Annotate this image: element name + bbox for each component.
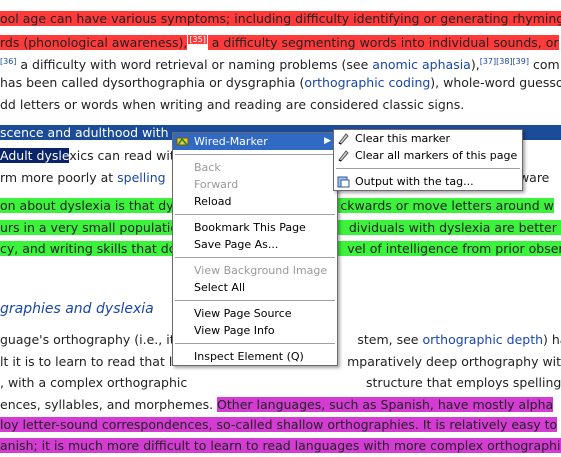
menu-item-wired-marker[interactable]: Wired-Marker ▶ — [173, 133, 337, 150]
menu-item-label: Clear all markers of this page — [355, 149, 518, 162]
text-line: loy letter-sound correspondences, so-cal… — [0, 415, 561, 436]
context-menu: Wired-Marker ▶ Back Forward Reload Bookmark T… — [172, 132, 338, 366]
text-segment: ) has a — [543, 332, 561, 347]
text-segment: ), — [470, 57, 480, 73]
article-link[interactable]: anomic aphasia — [372, 57, 471, 72]
submenu-item-clear-all-markers-of-this-page[interactable]: Clear all markers of this page — [334, 147, 522, 164]
text-segment: urs in a very small populatio — [0, 220, 179, 235]
submenu-arrow-icon: ▶ — [324, 136, 331, 146]
text-line: ences, syllables, and morphemes. Other l… — [0, 395, 561, 416]
menu-item-view-background-image: View Background Image — [173, 262, 337, 279]
menu-item-view-page-info[interactable]: View Page Info — [173, 322, 337, 339]
text-line: has been called dysorthographia or dysgr… — [0, 73, 561, 94]
menu-item-label: Reload — [194, 195, 232, 208]
menu-separator — [175, 343, 335, 344]
menu-item-back: Back — [173, 159, 337, 176]
text-segment: has been called dysorthographia or dysgr… — [0, 75, 305, 90]
menu-item-label: View Page Source — [194, 307, 292, 320]
text-segment: lt it is to learn to read that l — [0, 354, 173, 369]
menu-item-view-page-source[interactable]: View Page Source — [173, 305, 337, 322]
submenu-item-output-with-the-tag[interactable]: Output with the tag... — [334, 173, 522, 190]
article-link[interactable]: orthographic coding — [304, 75, 430, 90]
menu-item-label: Back — [194, 161, 221, 174]
menu-item-save-page-as[interactable]: Save Page As... — [173, 236, 337, 253]
submenu-item-clear-this-marker[interactable]: Clear this marker — [334, 130, 522, 147]
text-segment: com — [528, 57, 560, 73]
menu-item-label: Save Page As... — [194, 238, 279, 251]
text-line: , with a complex orthographic structure … — [0, 373, 561, 394]
menu-item-select-all[interactable]: Select All — [173, 279, 337, 296]
menu-item-label: View Background Image — [194, 264, 328, 277]
menu-item-label: View Page Info — [194, 324, 275, 337]
menu-item-label: Inspect Element (Q) — [194, 350, 304, 363]
text-segment: a difficulty with word retrieval or nami… — [16, 57, 373, 73]
text-line: dd letters or words when writing and rea… — [0, 95, 561, 116]
text-segment: rm more poorly at — [0, 170, 118, 185]
text-line: rds (phonological awareness), [35] a diff… — [0, 30, 561, 51]
menu-item-label: Output with the tag... — [355, 175, 474, 188]
wired-marker-icon — [176, 137, 189, 146]
menu-item-label: Forward — [194, 178, 239, 191]
text-segment: [36] — [0, 57, 17, 66]
menu-item-reload[interactable]: Reload — [173, 193, 337, 210]
marker-clear-icon — [338, 133, 349, 145]
text-segment: Other languages, such as Spanish, have m… — [217, 397, 554, 412]
text-segment: loy letter-sound correspondences, so-cal… — [0, 417, 558, 432]
section-heading: graphies and dyslexia — [0, 301, 154, 317]
text-segment: rds (phonological awareness), — [0, 35, 188, 51]
text-segment: , with a complex orthographic — [0, 375, 188, 390]
text-segment: xics can read wit — [69, 148, 175, 163]
menu-separator — [175, 257, 335, 258]
article-link[interactable]: spelling — [117, 170, 165, 185]
text-line: ool age can have various symptoms; inclu… — [0, 9, 561, 30]
text-segment: cy, and writing skills that do — [0, 241, 177, 256]
marker-clear-all-icon — [338, 150, 349, 162]
text-segment: Adult dysle — [0, 148, 70, 163]
menu-item-label: Clear this marker — [355, 132, 451, 145]
text-segment: ences, syllables, and morphemes. — [0, 397, 218, 412]
text-segment: [37][38][39] — [479, 57, 529, 66]
text-segment: dd letters or words when writing and rea… — [0, 97, 465, 112]
menu-separator — [175, 214, 335, 215]
text-line: [36] a difficulty with word retrieval or… — [0, 52, 561, 73]
menu-separator — [336, 168, 520, 169]
menu-item-label: Bookmark This Page — [194, 221, 306, 234]
text-segment: ), whole-word guesso — [430, 75, 561, 90]
text-segment: a difficulty segmenting words into indiv… — [207, 35, 559, 51]
text-segment: structure that employs spelling patterns… — [366, 375, 561, 390]
menu-item-label: Wired-Marker — [194, 135, 268, 148]
text-segment: scence and adulthood with — [0, 125, 169, 140]
menu-item-inspect-element-q[interactable]: Inspect Element (Q) — [173, 348, 337, 365]
text-segment: guage's orthography (i.e., it — [0, 332, 175, 347]
text-line: anish; it is much more difficult to lear… — [0, 436, 561, 457]
wired-marker-submenu: Clear this marker Clear all markers of th… — [333, 129, 523, 191]
text-segment: [35] — [187, 34, 208, 45]
menu-separator — [175, 154, 335, 155]
text-segment: ool age can have various symptoms; inclu… — [0, 11, 561, 26]
menu-item-label: Select All — [194, 281, 246, 294]
text-segment: on about dyslexia is that dy — [0, 198, 174, 213]
menu-separator — [175, 300, 335, 301]
menu-item-forward: Forward — [173, 176, 337, 193]
output-icon — [337, 176, 350, 188]
article-link[interactable]: orthographic depth — [422, 332, 543, 347]
menu-item-bookmark-this-page[interactable]: Bookmark This Page — [173, 219, 337, 236]
